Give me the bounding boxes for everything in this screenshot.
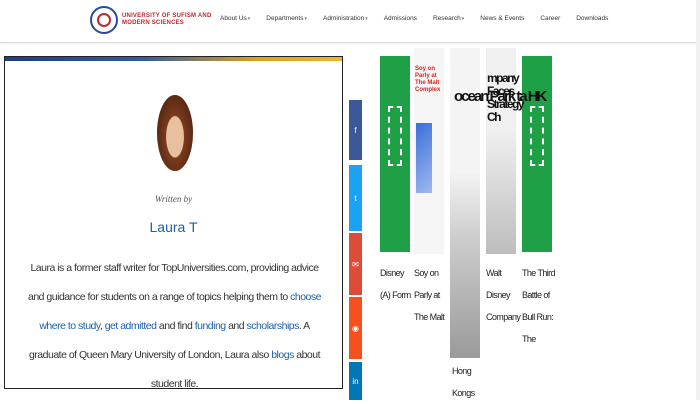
- nav-downloads[interactable]: Downloads: [576, 15, 608, 22]
- page-scrollbar[interactable]: [696, 0, 700, 400]
- university-logo[interactable]: UNIVERSITY OF SUFISM AND MODERN SCIENCES: [90, 6, 220, 36]
- scholarships-link[interactable]: scholarships: [247, 320, 300, 332]
- nav-research[interactable]: Research▾: [433, 15, 464, 22]
- university-seal-icon: [90, 6, 118, 34]
- book-cover-2-title: Soy on Parly at The Malt Complex: [415, 66, 441, 93]
- chevron-down-icon: ▾: [461, 16, 465, 22]
- site-header: UNIVERSITY OF SUFISM AND MODERN SCIENCES…: [0, 0, 700, 43]
- share-facebook-button[interactable]: f: [349, 100, 362, 160]
- nav-about-us[interactable]: About Us▾: [220, 15, 250, 22]
- author-card: Written by Laura T Laura is a former sta…: [4, 56, 343, 390]
- facebook-icon: f: [354, 125, 357, 135]
- nav-news-events[interactable]: News & Events: [480, 15, 524, 22]
- book-caption-4[interactable]: Walt Disney Company: [486, 262, 521, 328]
- twitter-icon: t: [354, 193, 357, 203]
- chevron-down-icon: ▾: [365, 16, 368, 22]
- book-cover-1[interactable]: [380, 56, 410, 252]
- linkedin-icon: in: [352, 376, 359, 386]
- book-cover-5[interactable]: [522, 56, 552, 252]
- author-bio: Laura is a former staff writer for TopUn…: [28, 262, 321, 390]
- reddit-icon: ◉: [352, 323, 359, 333]
- share-email-button[interactable]: ✉: [349, 233, 362, 295]
- book-caption-1[interactable]: Disney (A) Form: [380, 262, 414, 306]
- book-caption-5[interactable]: The Third Battle of Bull Run: The: [522, 262, 556, 350]
- main-nav: About Us▾ Departments▾ Administration▾ A…: [220, 15, 624, 22]
- share-linkedin-button[interactable]: in: [349, 362, 362, 400]
- book-cover-4-title: mpany Faces Strategy Ch: [487, 71, 525, 124]
- chevron-down-icon: ▾: [304, 16, 307, 22]
- get-admitted-link[interactable]: get admitted: [105, 320, 157, 332]
- author-name-link[interactable]: Laura T: [5, 219, 342, 235]
- author-avatar: [157, 95, 193, 171]
- share-twitter-button[interactable]: t: [349, 165, 362, 231]
- nav-career[interactable]: Career: [540, 15, 560, 22]
- blogs-link[interactable]: blogs: [271, 349, 294, 361]
- funding-link[interactable]: funding: [195, 320, 226, 332]
- book-caption-2[interactable]: Soy on Parly at The Malt: [414, 262, 448, 328]
- share-reddit-button[interactable]: ◉: [349, 297, 362, 359]
- email-icon: ✉: [352, 259, 359, 269]
- nav-admissions[interactable]: Admissions: [384, 15, 417, 22]
- nav-departments[interactable]: Departments▾: [266, 15, 307, 22]
- logo-text: UNIVERSITY OF SUFISM AND MODERN SCIENCES: [122, 13, 212, 26]
- book-caption-3[interactable]: Hong Kongs: [452, 360, 486, 404]
- card-accent-bar: [5, 57, 342, 61]
- chevron-down-icon: ▾: [247, 16, 251, 22]
- nav-administration[interactable]: Administration▾: [323, 15, 368, 22]
- written-by-label: Written by: [154, 194, 193, 204]
